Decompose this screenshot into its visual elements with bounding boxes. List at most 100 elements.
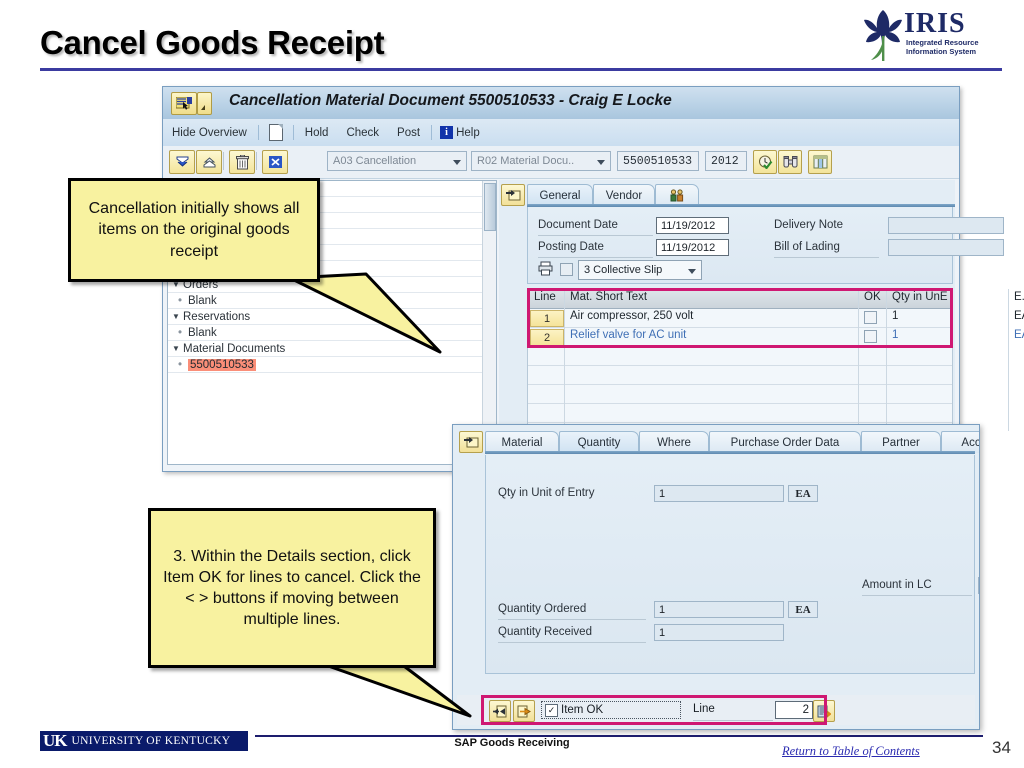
amount-in-lc-input[interactable] [978, 577, 979, 594]
tree-scrollbar-thumb[interactable] [484, 183, 496, 231]
tab-general[interactable]: General [527, 184, 593, 206]
info-icon: i [440, 126, 454, 139]
table-row-empty[interactable] [528, 365, 952, 385]
tab-account[interactable]: Acc [941, 431, 979, 453]
return-to-toc-link[interactable]: Return to Table of Contents [782, 744, 920, 759]
grid-layout-icon[interactable] [808, 150, 832, 174]
bill-of-lading-input[interactable] [888, 239, 1004, 256]
tab-quantity[interactable]: Quantity [559, 431, 639, 453]
document-number-input[interactable]: 5500510533 [617, 151, 699, 171]
iris-subtitle-line1: Integrated Resource [906, 38, 979, 47]
toolbar-divider-2 [256, 152, 257, 170]
table-row[interactable]: 2 Relief valve for AC unit 1 EA [528, 327, 1024, 347]
tab-material[interactable]: Material [485, 431, 559, 453]
collapse-all-icon[interactable] [196, 150, 222, 174]
row-ok-checkbox[interactable] [864, 330, 877, 343]
printer-icon[interactable] [538, 261, 553, 281]
tree-scrollbar[interactable] [482, 181, 496, 464]
find-binoculars-icon[interactable] [778, 150, 802, 174]
header-detail-toggle-icon[interactable] [501, 184, 525, 206]
tab-vendor[interactable]: Vendor [593, 184, 655, 206]
qty-unit-entry-label: Qty in Unit of Entry [498, 487, 595, 499]
label-rule [538, 257, 653, 258]
iris-logo: IRIS Integrated Resource Information Sys… [862, 6, 982, 64]
item-details-window: Material Quantity Where Purchase Order D… [452, 424, 980, 730]
callout-2: 3. Within the Details section, click Ite… [148, 508, 436, 668]
print-checkbox[interactable] [560, 263, 573, 276]
new-document-icon[interactable] [268, 124, 283, 141]
quantity-ordered-label: Quantity Ordered [498, 603, 587, 615]
row-ok-checkbox[interactable] [864, 311, 877, 324]
movement-type-combo[interactable]: A03 Cancellation [327, 151, 467, 171]
delivery-note-input[interactable] [888, 217, 1004, 234]
label-rule [862, 595, 972, 596]
menu-post[interactable]: Post [388, 127, 429, 139]
details-quantity-panel: Qty in Unit of Entry 1 EA Amount in LC Q… [485, 455, 979, 674]
delete-icon[interactable] [229, 150, 255, 174]
window-title-text: Cancellation Material Document 550051053… [229, 92, 672, 109]
table-row-empty[interactable] [528, 384, 952, 404]
window-title-bar: Cancellation Material Document 550051053… [163, 87, 959, 120]
quantity-ordered-input[interactable]: 1 [654, 601, 784, 618]
qty-unit-entry-uom: EA [788, 485, 818, 502]
movement-type-value: A03 Cancellation [333, 155, 417, 167]
table-row-empty[interactable] [528, 403, 952, 423]
collective-slip-combo[interactable]: 3 Collective Slip [578, 260, 702, 280]
amount-in-lc-label: Amount in LC [862, 579, 932, 591]
toolbar-divider-1 [223, 152, 224, 170]
expand-all-icon[interactable] [169, 150, 195, 174]
items-grid-header: Line Mat. Short Text OK Qty in UnE E... … [528, 289, 1024, 309]
reference-doc-value: R02 Material Docu.. [477, 155, 575, 167]
header-tabstrip: General Vendor [527, 182, 955, 206]
header-general-form: Document Date 11/19/2012 Posting Date 11… [527, 207, 1004, 284]
row-unit: EA [1014, 329, 1024, 341]
quantity-received-input[interactable]: 1 [654, 624, 784, 641]
table-row-empty[interactable] [528, 346, 952, 366]
iris-subtitle-line2: Information System [906, 47, 977, 56]
document-date-input[interactable]: 11/19/2012 [656, 217, 729, 234]
close-icon[interactable] [262, 150, 288, 174]
posting-date-input[interactable]: 11/19/2012 [656, 239, 729, 256]
menu-hold[interactable]: Hold [296, 127, 338, 139]
execute-clock-icon[interactable] [753, 150, 777, 174]
col-short-text: Mat. Short Text [570, 291, 648, 303]
items-grid[interactable]: Line Mat. Short Text OK Qty in UnE E... … [527, 288, 1024, 432]
menu-divider-1 [257, 125, 259, 140]
row-line-number[interactable]: 1 [530, 310, 564, 327]
tab-purchase-order-data[interactable]: Purchase Order Data [709, 431, 861, 453]
table-row[interactable]: 1 Air compressor, 250 volt 1 EA [528, 308, 1024, 328]
delivery-note-label: Delivery Note [774, 219, 844, 231]
callout-1-pointer [288, 272, 442, 354]
menu-check[interactable]: Check [337, 127, 388, 139]
menu-help[interactable]: i Help [434, 126, 489, 139]
document-year-input[interactable]: 2012 [705, 151, 747, 171]
qty-unit-entry-input[interactable]: 1 [654, 485, 784, 502]
col-ok: OK [864, 291, 881, 303]
row-short-text: Air compressor, 250 volt [570, 310, 694, 322]
callout-1: Cancellation initially shows all items o… [68, 178, 320, 282]
system-menu-dropdown[interactable] [197, 92, 212, 115]
collective-slip-value: 3 Collective Slip [584, 264, 663, 276]
chevron-down-icon [453, 160, 461, 165]
menu-hide-overview[interactable]: Hide Overview [163, 127, 256, 139]
label-rule [774, 257, 879, 258]
page-number: 34 [992, 738, 1011, 757]
details-toggle-icon[interactable] [459, 431, 483, 453]
tab-where[interactable]: Where [639, 431, 709, 453]
column-divider [564, 289, 565, 431]
row-short-text: Relief valve for AC unit [570, 329, 687, 341]
tab-partner[interactable]: Partner [861, 431, 941, 453]
iris-flower-icon [864, 10, 902, 61]
sap-system-icon[interactable] [171, 92, 197, 115]
col-line: Line [534, 291, 556, 303]
menu-help-label: Help [456, 126, 480, 139]
sap-menu-bar: Hide Overview Hold Check Post i Help [163, 119, 959, 147]
tab-partners[interactable] [655, 184, 699, 206]
label-rule [498, 619, 646, 620]
column-divider [858, 289, 859, 431]
reference-doc-combo[interactable]: R02 Material Docu.. [471, 151, 611, 171]
row-line-number[interactable]: 2 [530, 329, 564, 346]
title-underline-rule [40, 68, 1002, 71]
chevron-down-icon [688, 269, 696, 274]
row-unit: EA [1014, 310, 1024, 322]
